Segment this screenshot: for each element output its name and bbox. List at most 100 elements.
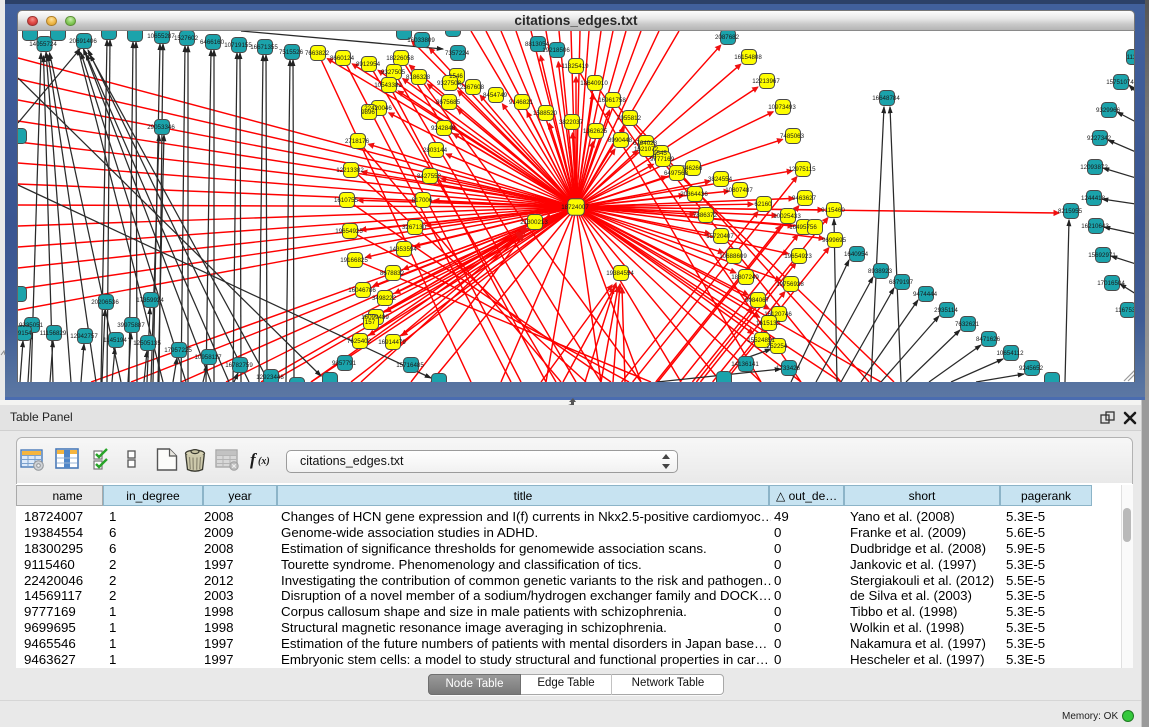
svg-text:9777169: 9777169 [650,156,675,163]
svg-text:10025433: 10025433 [773,213,801,220]
svg-text:2367608: 2367608 [460,84,485,91]
svg-text:15720407: 15720407 [706,233,734,240]
svg-text:2087682: 2087682 [715,34,740,41]
svg-text:9242848: 9242848 [431,125,456,132]
svg-text:7515526: 7515526 [279,49,304,56]
svg-text:19218506: 19218506 [542,47,570,54]
svg-text:12505135: 12505135 [133,340,161,347]
svg-text:9857791: 9857791 [332,360,357,367]
svg-text:1362625: 1362625 [583,128,608,135]
svg-text:f: f [250,450,258,469]
svg-text:9245652: 9245652 [1019,365,1044,372]
svg-text:7357224: 7357224 [445,50,470,57]
svg-text:16120746: 16120746 [764,311,792,318]
svg-text:1167533: 1167533 [1115,307,1135,314]
svg-text:14055724: 14055724 [29,41,57,48]
svg-text:18807249: 18807249 [731,274,759,281]
svg-text:1733426: 1733426 [776,365,801,372]
svg-text:16210643: 16210643 [1081,223,1109,230]
svg-text:14136141: 14136141 [731,361,759,368]
svg-text:10543382: 10543382 [374,82,402,89]
svg-text:19756928: 19756928 [776,281,804,288]
svg-text:19384554: 19384554 [606,270,634,277]
svg-text:8938923: 8938923 [868,268,893,275]
svg-text:10655287: 10655287 [147,33,175,40]
svg-text:157: 157 [365,319,376,326]
svg-text:17016504: 17016504 [1097,280,1125,287]
svg-text:9896: 9896 [361,109,375,116]
svg-text:7886372: 7886372 [693,212,718,219]
svg-text:3498222: 3498222 [372,295,397,302]
svg-text:2803144: 2803144 [423,147,448,154]
svg-text:10719155: 10719155 [224,42,252,49]
svg-text:20691406: 20691406 [69,38,97,45]
svg-text:7485063: 7485063 [780,133,805,140]
svg-text:1527602: 1527602 [174,35,199,42]
svg-text:3824554: 3824554 [708,176,733,183]
svg-text:11156829: 11156829 [40,330,67,337]
svg-text:16154808: 16154808 [734,54,762,61]
svg-text:8660124: 8660124 [330,55,355,62]
svg-text:9146821: 9146821 [509,99,534,106]
svg-text:817006: 817006 [412,197,433,204]
svg-text:8186328: 8186328 [406,74,431,81]
svg-text:1546: 1546 [449,73,463,80]
svg-text:18226058: 18226058 [386,55,414,62]
svg-text:3267130: 3267130 [402,224,427,231]
svg-text:6466160: 6466160 [200,39,225,46]
svg-text:14353594: 14353594 [389,246,417,253]
svg-text:1244418: 1244418 [1081,195,1106,202]
svg-text:8675685: 8675685 [436,99,461,106]
svg-text:8990448: 8990448 [608,137,633,144]
svg-text:12975115: 12975115 [788,166,816,173]
svg-text:9474444: 9474444 [913,291,938,298]
svg-text:10688609: 10688609 [719,253,747,260]
svg-text:8427552: 8427552 [417,173,442,180]
svg-text:12923448: 12923448 [256,374,284,381]
svg-text:3822037: 3822037 [559,119,584,126]
svg-text:1588520: 1588520 [533,110,558,117]
svg-text:17359924: 17359924 [136,297,164,304]
svg-text:(x): (x) [258,456,270,467]
svg-text:9227342: 9227342 [1087,135,1112,142]
svg-text:10973493: 10973493 [768,104,796,111]
svg-text:7625402: 7625402 [347,338,372,345]
svg-text:16961758: 16961758 [598,97,626,104]
svg-text:17957225: 17957225 [164,347,192,354]
svg-text:1640954: 1640954 [844,251,869,258]
svg-text:16495756: 16495756 [789,224,817,231]
svg-text:12213967: 12213967 [752,78,780,85]
svg-text:1610755: 1610755 [334,197,359,204]
svg-text:29053346: 29053346 [147,124,175,131]
svg-text:8678832: 8678832 [380,270,405,277]
svg-text:18640910: 18640910 [580,80,608,87]
svg-text:16648784: 16648784 [872,95,900,102]
svg-text:16033809: 16033809 [407,37,435,44]
svg-text:19654923: 19654923 [784,253,812,260]
svg-text:8215955: 8215955 [1058,208,1083,215]
svg-text:9329966: 9329966 [1096,107,1121,114]
svg-text:9327508: 9327508 [437,80,462,87]
svg-text:16046786: 16046786 [348,287,376,294]
svg-text:1615132: 1615132 [756,320,781,327]
svg-text:19654925: 19654925 [335,228,363,235]
svg-text:62160: 62160 [754,201,772,208]
svg-text:252254: 252254 [767,343,788,350]
svg-text:1117: 1117 [1127,54,1135,61]
svg-text:7955812: 7955812 [617,115,642,122]
svg-text:9327505: 9327505 [381,69,406,76]
svg-text:10654112: 10654112 [996,350,1024,357]
svg-text:9115460: 9115460 [821,207,845,214]
svg-text:2718176: 2718176 [345,138,370,145]
svg-text:6879197: 6879197 [889,279,914,286]
svg-text:20206536: 20206536 [91,299,119,306]
svg-text:16671355: 16671355 [250,44,278,51]
svg-text:10958117: 10958117 [194,354,222,361]
svg-text:9084067: 9084067 [745,297,770,304]
svg-text:21300213: 21300213 [520,219,548,226]
svg-text:39975887: 39975887 [117,322,145,329]
svg-text:16914479: 16914479 [378,339,406,346]
svg-text:15692971: 15692971 [1088,252,1116,259]
svg-text:9335051: 9335051 [19,322,44,329]
svg-text:39154: 39154 [18,330,32,337]
